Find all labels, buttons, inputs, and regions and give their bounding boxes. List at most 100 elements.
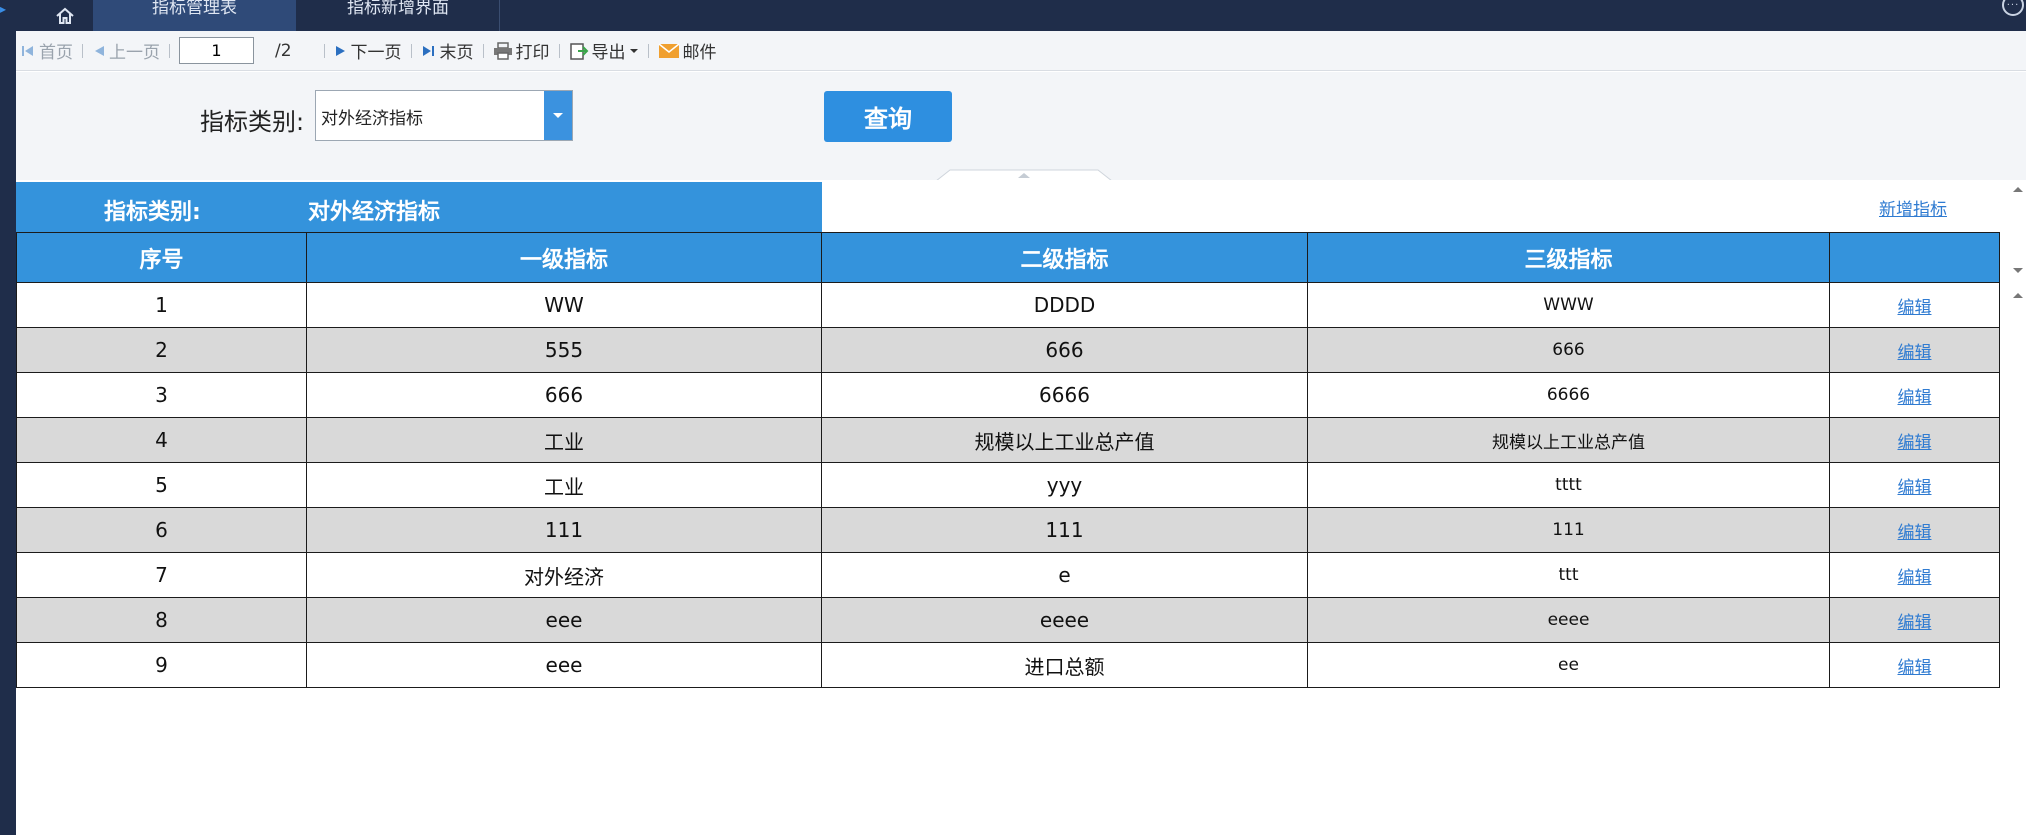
envelope-icon <box>658 42 680 58</box>
mail-button[interactable]: 邮件 <box>658 38 717 63</box>
tab-indicator-add[interactable]: 指标新增界面 <box>297 0 500 31</box>
prev-page-icon <box>95 45 104 56</box>
dropdown-button[interactable] <box>544 91 572 140</box>
toolbar-divider <box>169 43 170 58</box>
mail-label: 邮件 <box>682 43 717 63</box>
tab-label: 指标新增界面 <box>347 0 449 18</box>
category-banner: 指标类别: 对外经济指标 <box>16 182 822 232</box>
col-header-level3: 三级指标 <box>1307 232 1830 283</box>
vertical-scrollbar[interactable] <box>2010 180 2026 835</box>
next-page-button[interactable]: 下一页 <box>334 38 402 63</box>
category-banner-value: 对外经济指标 <box>308 200 441 225</box>
cell-level3: 666 <box>1307 327 1830 373</box>
cell-action: 编辑 <box>1829 282 2000 328</box>
cell-level1: 对外经济 <box>306 552 822 598</box>
scroll-up-icon[interactable] <box>2013 187 2023 192</box>
cell-level3: ttt <box>1307 552 1830 598</box>
cell-action: 编辑 <box>1829 372 2000 418</box>
cell-level2: 666 <box>821 327 1308 373</box>
tab-label: 指标管理表 <box>152 0 237 18</box>
cell-action: 编辑 <box>1829 642 2000 688</box>
col-header-level2: 二级指标 <box>821 232 1308 283</box>
cell-level1: eee <box>306 642 822 688</box>
sidebar-toggle-icon[interactable]: ▸ <box>0 2 6 16</box>
cell-level1: eee <box>306 597 822 643</box>
first-page-label: 首页 <box>39 43 73 63</box>
top-tab-bar: ▸ 指标管理表 指标新增界面 ··· <box>0 0 2026 31</box>
cell-no: 2 <box>16 327 307 373</box>
cell-action: 编辑 <box>1829 462 2000 508</box>
category-select-value: 对外经济指标 <box>321 109 423 129</box>
home-button[interactable] <box>37 0 93 31</box>
filter-panel: 指标类别: 对外经济指标 查询 <box>16 72 2026 181</box>
edit-link[interactable]: 编辑 <box>1898 613 1932 633</box>
next-page-label: 下一页 <box>350 43 402 63</box>
cell-no: 8 <box>16 597 307 643</box>
table-header-row: 序号 一级指标 二级指标 三级指标 <box>16 232 2000 283</box>
cell-level2: 进口总额 <box>821 642 1308 688</box>
cell-level1: 工业 <box>306 462 822 508</box>
cell-level3: 规模以上工业总产值 <box>1307 417 1830 463</box>
edit-link[interactable]: 编辑 <box>1898 478 1932 498</box>
export-button[interactable]: 导出 <box>569 38 639 63</box>
report-toolbar: 首页 上一页 /2 下一页 末页 打印 导出 邮件 <box>16 31 2026 71</box>
cell-level3: 6666 <box>1307 372 1830 418</box>
edit-link[interactable]: 编辑 <box>1898 523 1932 543</box>
cell-level2: 111 <box>821 507 1308 553</box>
table-row: 8 eee eeee eeee 编辑 <box>16 597 2000 643</box>
table-row: 7 对外经济 e ttt 编辑 <box>16 552 2000 598</box>
last-page-button[interactable]: 末页 <box>421 38 474 63</box>
edit-link[interactable]: 编辑 <box>1898 298 1932 318</box>
edit-link[interactable]: 编辑 <box>1898 658 1932 678</box>
indicator-table: 序号 一级指标 二级指标 三级指标 1 WW DDDD WWW 编辑 2 555… <box>16 232 2000 688</box>
more-circle-icon[interactable]: ··· <box>2002 0 2024 16</box>
tab-indicator-management[interactable]: 指标管理表 <box>93 0 296 31</box>
cell-no: 3 <box>16 372 307 418</box>
cell-level2: DDDD <box>821 282 1308 328</box>
cell-level3: ee <box>1307 642 1830 688</box>
export-label: 导出 <box>591 43 626 63</box>
page-total: /2 <box>275 40 292 61</box>
col-header-no: 序号 <box>16 232 307 283</box>
cell-level2: 规模以上工业总产值 <box>821 417 1308 463</box>
cell-level2: e <box>821 552 1308 598</box>
category-banner-label: 指标类别: <box>104 200 201 225</box>
export-icon <box>569 42 588 60</box>
cell-level1: 工业 <box>306 417 822 463</box>
cell-level2: eeee <box>821 597 1308 643</box>
home-icon <box>56 7 74 24</box>
query-button[interactable]: 查询 <box>824 91 952 142</box>
cell-no: 5 <box>16 462 307 508</box>
edit-link[interactable]: 编辑 <box>1898 433 1932 453</box>
cell-level3: 111 <box>1307 507 1830 553</box>
print-button[interactable]: 打印 <box>493 38 550 63</box>
col-header-action <box>1829 232 2000 283</box>
cell-level2: yyy <box>821 462 1308 508</box>
edit-link[interactable]: 编辑 <box>1898 568 1932 588</box>
cell-action: 编辑 <box>1829 327 2000 373</box>
cell-level1: 555 <box>306 327 822 373</box>
cell-no: 1 <box>16 282 307 328</box>
cell-action: 编辑 <box>1829 417 2000 463</box>
scroll-up-icon[interactable] <box>2013 293 2023 298</box>
edit-link[interactable]: 编辑 <box>1898 343 1932 363</box>
last-page-icon <box>422 45 434 56</box>
toolbar-divider <box>647 43 649 58</box>
category-select[interactable]: 对外经济指标 <box>315 90 573 141</box>
cell-action: 编辑 <box>1829 507 2000 553</box>
prev-page-button[interactable]: 上一页 <box>92 38 160 63</box>
cell-no: 7 <box>16 552 307 598</box>
table-row: 2 555 666 666 编辑 <box>16 327 2000 373</box>
first-page-button[interactable]: 首页 <box>20 38 73 63</box>
scroll-down-icon[interactable] <box>2013 268 2023 273</box>
edit-link[interactable]: 编辑 <box>1898 388 1932 408</box>
print-label: 打印 <box>515 43 550 63</box>
table-row: 9 eee 进口总额 ee 编辑 <box>16 642 2000 688</box>
cell-level1: 111 <box>306 507 822 553</box>
add-indicator-link[interactable]: 新增指标 <box>1879 195 1947 220</box>
last-page-label: 末页 <box>439 43 474 63</box>
cell-level3: tttt <box>1307 462 1830 508</box>
cell-no: 4 <box>16 417 307 463</box>
page-number-input[interactable] <box>179 37 254 64</box>
cell-level3: eeee <box>1307 597 1830 643</box>
